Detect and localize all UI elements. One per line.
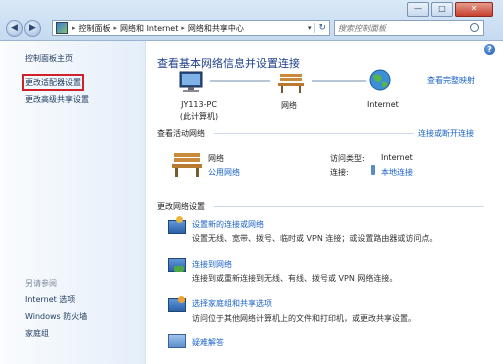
connect-disconnect-link[interactable]: 连接或断开连接 — [418, 128, 474, 139]
view-full-map-link[interactable]: 查看完整映射 — [427, 75, 475, 86]
sidebar-control-panel-home[interactable]: 控制面板主页 — [25, 53, 73, 64]
dropdown-icon[interactable]: ▾ — [305, 24, 315, 32]
sidebar-internet-options[interactable]: Internet 选项 — [25, 294, 75, 305]
setup-connection-link[interactable]: 设置新的连接或网络 — [192, 219, 264, 230]
maximize-button[interactable]: □ — [431, 2, 453, 17]
forward-button[interactable]: ▶ — [24, 20, 41, 37]
close-button[interactable]: ✕ — [455, 2, 493, 17]
change-settings-heading: 更改网络设置 — [157, 202, 205, 211]
divider — [214, 206, 484, 207]
divider — [214, 133, 414, 134]
internet-label: Internet — [367, 100, 399, 109]
connect-network-link[interactable]: 连接到网络 — [192, 259, 232, 270]
breadcrumb-network-sharing-center[interactable]: 网络和共享中心 — [186, 23, 246, 34]
sidebar-windows-firewall[interactable]: Windows 防火墙 — [25, 311, 87, 322]
connect-network-desc: 连接到或重新连接到无线、有线、拨号或 VPN 网络连接。 — [192, 274, 398, 283]
homegroup-sharing-link[interactable]: 选择家庭组和共享选项 — [192, 298, 272, 309]
network-map — [179, 69, 391, 93]
refresh-icon[interactable]: ↻ — [314, 23, 329, 33]
sidebar-change-adapter-settings[interactable]: 更改适配器设置 — [22, 74, 84, 91]
network-type-link[interactable]: 公用网络 — [208, 167, 240, 178]
breadcrumb-control-panel[interactable]: 控制面板 — [77, 23, 113, 34]
help-icon[interactable]: ? — [484, 44, 495, 55]
homegroup-sharing-desc: 访问位于其他网络计算机上的文件和打印机，或更改共享设置。 — [192, 314, 416, 323]
star-icon — [176, 216, 183, 223]
troubleshoot-link[interactable]: 疑难解答 — [192, 337, 224, 348]
share-icon — [178, 296, 185, 303]
back-button[interactable]: ◀ — [6, 20, 23, 37]
computer-name: JY113-PC — [181, 100, 217, 109]
network-label: 网络 — [281, 101, 297, 110]
control-panel-icon — [56, 22, 68, 34]
computer-subtitle: (此计算机) — [179, 112, 219, 121]
breadcrumb-network-internet[interactable]: 网络和 Internet — [118, 23, 180, 34]
bench-icon — [172, 153, 202, 177]
sidebar-change-advanced-sharing[interactable]: 更改高级共享设置 — [25, 94, 89, 105]
active-networks-heading: 查看活动网络 — [157, 129, 205, 138]
minimize-button[interactable]: — — [407, 2, 429, 17]
globe-icon — [369, 69, 391, 91]
search-box[interactable] — [334, 20, 484, 36]
access-type-value: Internet — [381, 153, 413, 162]
ethernet-icon — [371, 165, 375, 175]
plug-icon — [174, 266, 184, 272]
local-connection-link[interactable]: 本地连接 — [381, 167, 413, 178]
window-controls: — □ ✕ — [407, 2, 493, 17]
access-type-label: 访问类型: — [330, 154, 365, 163]
sidebar-homegroup[interactable]: 家庭组 — [25, 328, 49, 339]
troubleshoot-icon — [168, 334, 186, 348]
computer-icon — [179, 71, 203, 92]
search-input[interactable] — [335, 21, 469, 36]
connection-label: 连接: — [330, 168, 349, 177]
see-also-heading: 另请参阅 — [25, 279, 57, 288]
search-icon[interactable] — [470, 23, 479, 32]
setup-connection-desc: 设置无线、宽带、拨号、临时或 VPN 连接；或设置路由器或访问点。 — [192, 234, 438, 243]
network-bench-icon — [278, 74, 304, 93]
address-bar[interactable]: ▸ 控制面板 ▸ 网络和 Internet ▸ 网络和共享中心 ▾ ↻ — [52, 20, 330, 36]
active-network-name: 网络 — [208, 154, 224, 163]
